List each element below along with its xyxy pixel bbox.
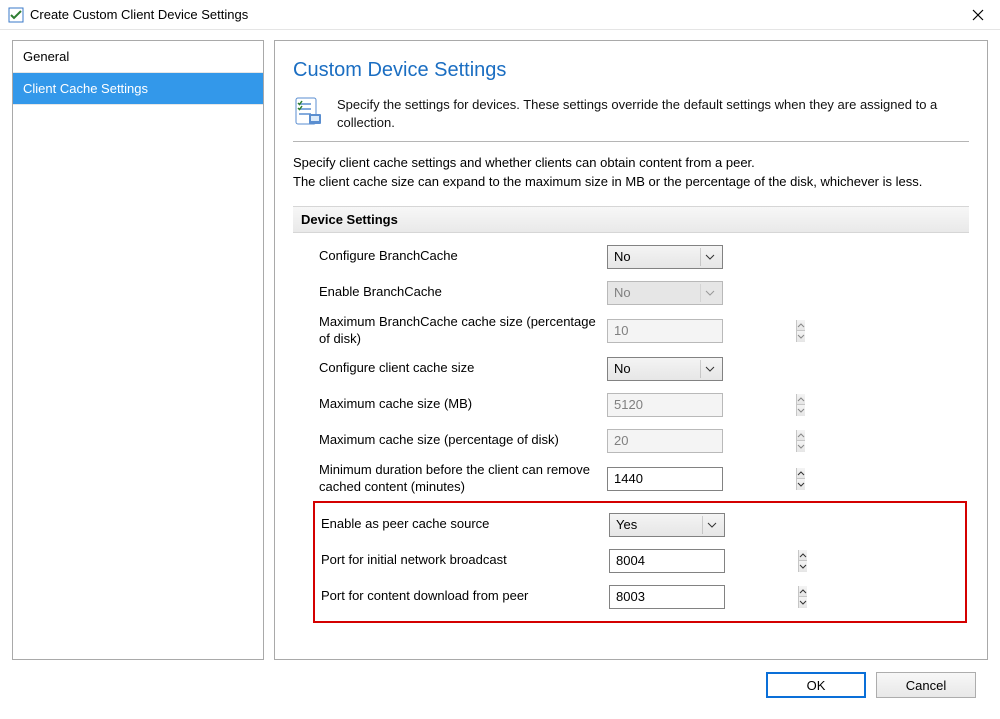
label-configure-client-cache: Configure client cache size (319, 360, 597, 377)
label-enable-peer-cache: Enable as peer cache source (321, 516, 599, 533)
intro-text: Specify client cache settings and whethe… (293, 154, 969, 192)
dropdown-value: No (614, 361, 631, 376)
spinner-down-icon (797, 331, 805, 342)
dropdown-value: Yes (616, 517, 637, 532)
label-max-cache-pct: Maximum cache size (percentage of disk) (319, 432, 597, 449)
chevron-down-icon (702, 516, 720, 534)
nav-panel: General Client Cache Settings (12, 40, 264, 660)
spinner-input[interactable] (608, 468, 796, 490)
dialog-footer: OK Cancel (12, 660, 988, 698)
spinner-buttons[interactable] (798, 586, 807, 608)
spinner-port-download[interactable] (609, 585, 725, 609)
spinner-up-icon (797, 430, 805, 442)
spinner-min-duration[interactable] (607, 467, 723, 491)
window-title: Create Custom Client Device Settings (30, 7, 248, 22)
dropdown-value: No (614, 249, 631, 264)
dropdown-enable-peer-cache[interactable]: Yes (609, 513, 725, 537)
dropdown-value: No (614, 285, 631, 300)
nav-item-client-cache-settings[interactable]: Client Cache Settings (13, 73, 263, 105)
spinner-down-icon (797, 441, 805, 452)
spinner-up-icon[interactable] (799, 550, 807, 562)
header-text: Specify the settings for devices. These … (337, 96, 969, 131)
intro-line-2: The client cache size can expand to the … (293, 173, 969, 192)
spinner-input (608, 394, 796, 416)
titlebar: Create Custom Client Device Settings (0, 0, 1000, 30)
divider (293, 141, 969, 142)
label-configure-branchcache: Configure BranchCache (319, 248, 597, 265)
spinner-buttons[interactable] (796, 468, 805, 490)
chevron-down-icon (700, 284, 718, 302)
page-title: Custom Device Settings (293, 59, 969, 82)
spinner-buttons (796, 394, 805, 416)
label-max-cache-mb: Maximum cache size (MB) (319, 396, 597, 413)
chevron-down-icon (700, 360, 718, 378)
spinner-input (608, 430, 796, 452)
spinner-down-icon[interactable] (797, 479, 805, 490)
label-port-download: Port for content download from peer (321, 588, 599, 605)
spinner-input (608, 320, 796, 342)
spinner-max-branchcache-pct (607, 319, 723, 343)
spinner-down-icon[interactable] (799, 597, 807, 608)
spinner-up-icon (797, 320, 805, 332)
spinner-buttons (796, 320, 805, 342)
label-min-duration: Minimum duration before the client can r… (319, 462, 597, 496)
spinner-port-broadcast[interactable] (609, 549, 725, 573)
dropdown-configure-branchcache[interactable]: No (607, 245, 723, 269)
spinner-buttons (796, 430, 805, 452)
spinner-up-icon[interactable] (799, 586, 807, 598)
spinner-buttons[interactable] (798, 550, 807, 572)
chevron-down-icon (700, 248, 718, 266)
spinner-input[interactable] (610, 586, 798, 608)
spinner-up-icon[interactable] (797, 468, 805, 480)
dropdown-configure-client-cache[interactable]: No (607, 357, 723, 381)
close-button[interactable] (955, 0, 1000, 30)
label-max-branchcache-pct: Maximum BranchCache cache size (percenta… (319, 314, 597, 348)
settings-checklist-icon (293, 96, 325, 128)
app-icon (8, 7, 24, 23)
peer-cache-highlight: Enable as peer cache source Yes Port for… (313, 501, 967, 623)
dropdown-enable-branchcache: No (607, 281, 723, 305)
spinner-max-cache-mb (607, 393, 723, 417)
label-enable-branchcache: Enable BranchCache (319, 284, 597, 301)
ok-button[interactable]: OK (766, 672, 866, 698)
nav-item-general[interactable]: General (13, 41, 263, 73)
cancel-button[interactable]: Cancel (876, 672, 976, 698)
label-port-broadcast: Port for initial network broadcast (321, 552, 599, 569)
spinner-up-icon (797, 394, 805, 406)
intro-line-1: Specify client cache settings and whethe… (293, 154, 969, 173)
spinner-input[interactable] (610, 550, 798, 572)
spinner-max-cache-pct (607, 429, 723, 453)
content-panel: Custom Device Settings Specify the setti… (274, 40, 988, 660)
spinner-down-icon[interactable] (799, 561, 807, 572)
spinner-down-icon (797, 405, 805, 416)
device-settings-header: Device Settings (293, 206, 969, 233)
